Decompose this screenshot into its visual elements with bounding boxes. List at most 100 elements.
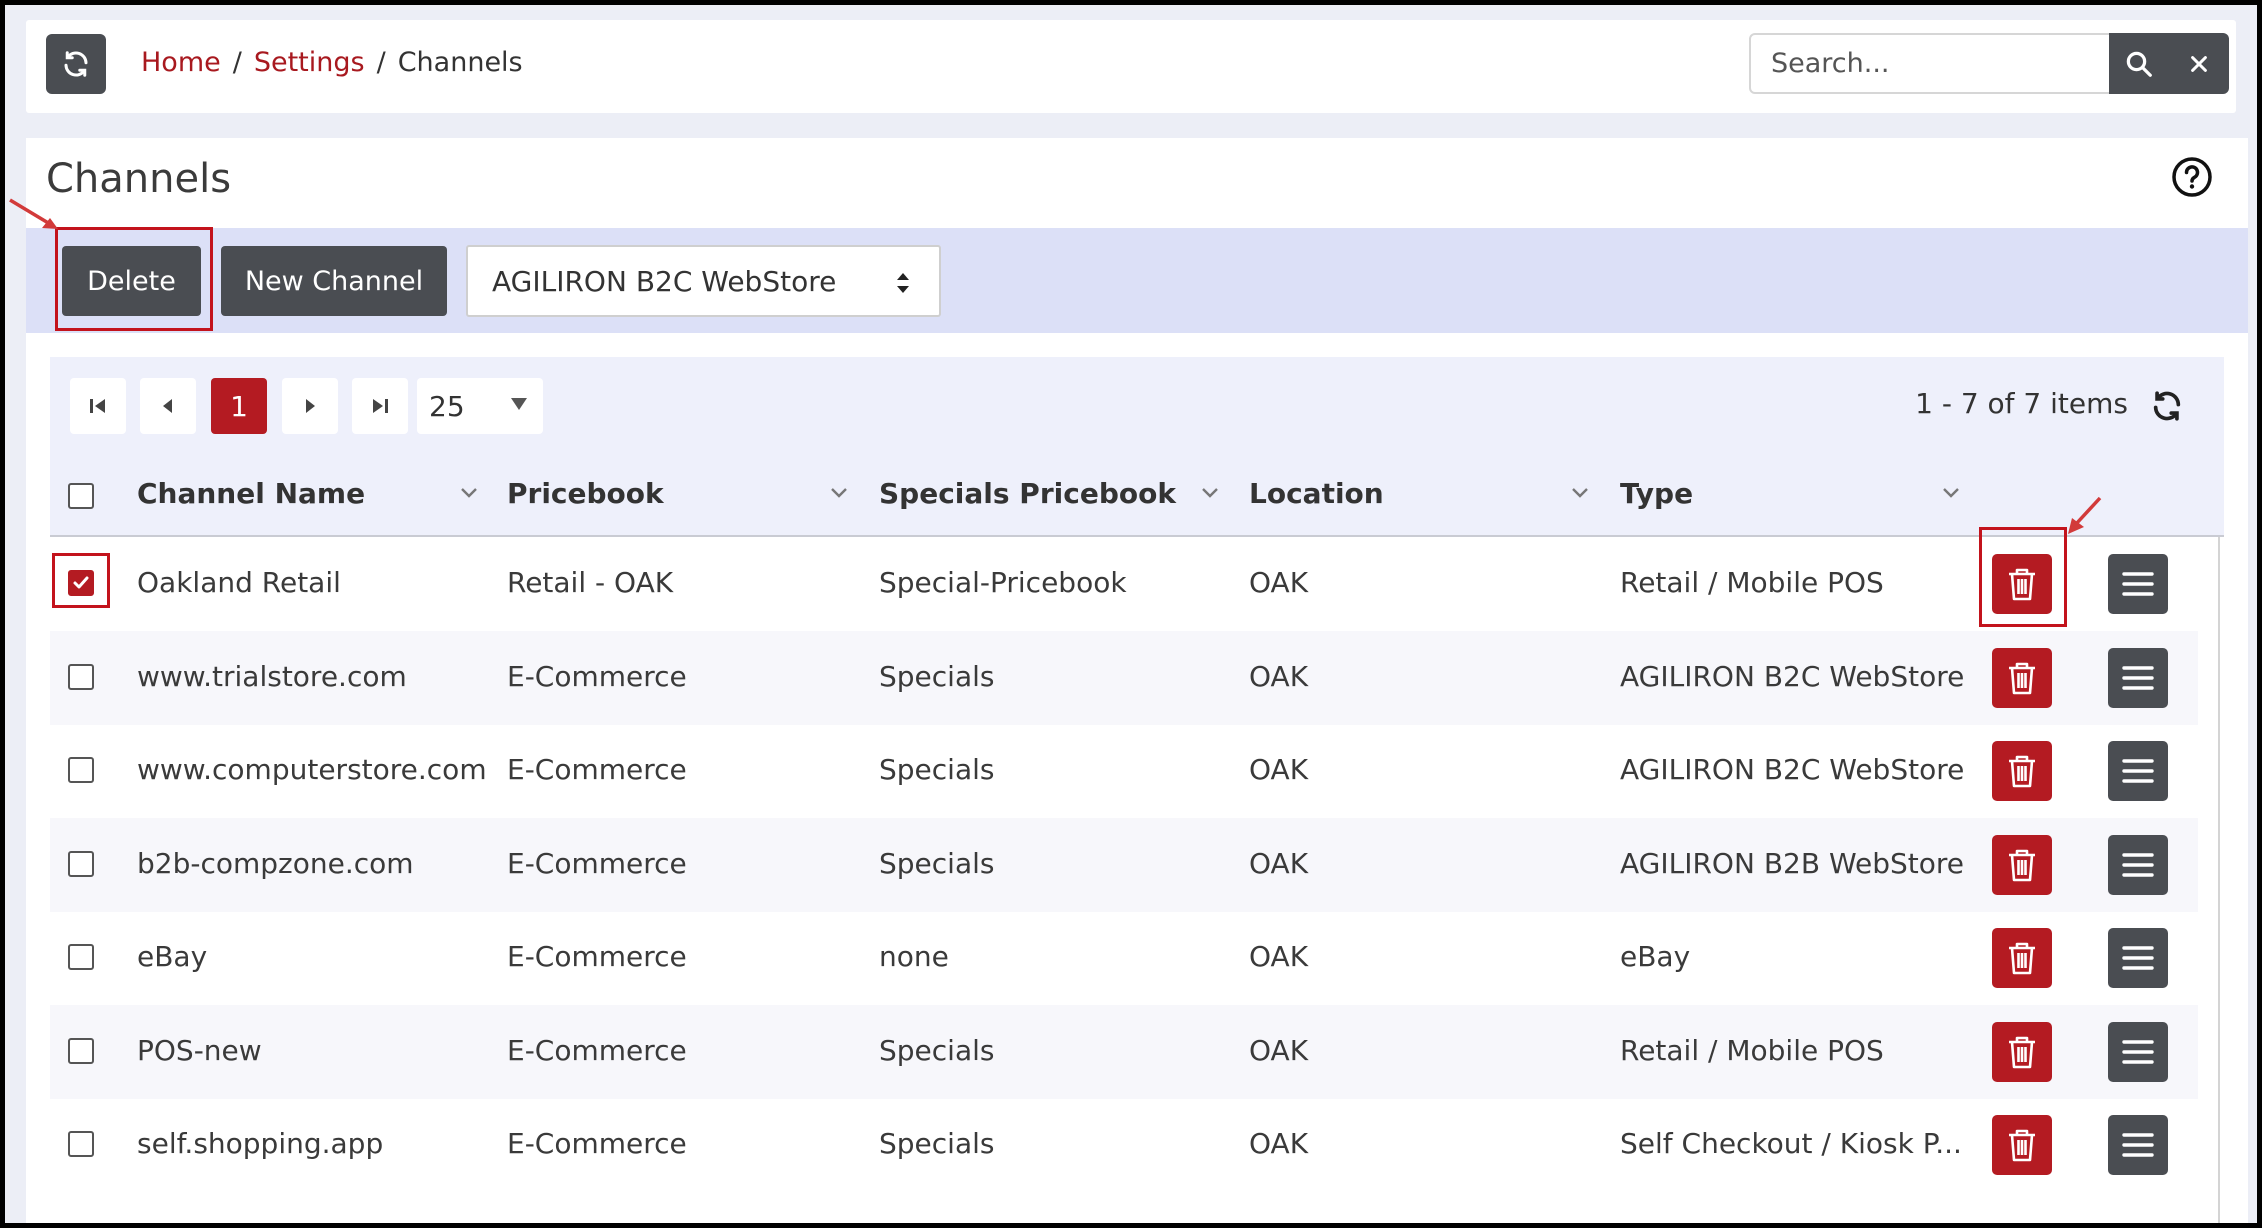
last-page-button[interactable] xyxy=(352,378,408,434)
breadcrumb: Home / Settings / Channels xyxy=(141,47,523,78)
cell-specials-pricebook: Specials xyxy=(879,846,995,880)
cell-type: Self Checkout / Kiosk P... xyxy=(1620,1127,1962,1160)
breadcrumb-separator: / xyxy=(376,47,386,78)
next-page-button[interactable] xyxy=(282,378,338,434)
row-delete-button[interactable] xyxy=(1992,554,2052,614)
refresh-icon[interactable] xyxy=(2150,389,2184,423)
search-input[interactable] xyxy=(1749,33,2111,94)
cell-channel-name: www.trialstore.com xyxy=(137,659,407,693)
chevron-down-icon[interactable] xyxy=(1942,487,1960,499)
row-menu-button[interactable] xyxy=(2108,647,2168,708)
row-menu-button[interactable] xyxy=(2108,1115,2168,1175)
row-delete-button[interactable] xyxy=(1992,928,2052,988)
caret-down-icon xyxy=(511,398,527,410)
select-arrows-icon xyxy=(897,273,909,293)
column-header-channel-name[interactable]: Channel Name xyxy=(137,477,365,510)
cell-location: OAK xyxy=(1249,753,1309,786)
table-row[interactable]: self.shopping.app E-Commerce Specials OAK Se… xyxy=(50,1098,2198,1192)
cell-location: OAK xyxy=(1249,659,1309,693)
row-delete-button[interactable] xyxy=(1992,741,2052,801)
cell-channel-name: b2b-compzone.com xyxy=(137,846,414,880)
cell-channel-name: self.shopping.app xyxy=(137,1127,384,1160)
grid-header: Channel Name Pricebook Specials Priceboo… xyxy=(50,455,2224,537)
chevron-down-icon[interactable] xyxy=(1201,487,1219,499)
reload-button[interactable] xyxy=(46,34,106,94)
row-checkbox[interactable] xyxy=(68,944,94,970)
column-header-pricebook[interactable]: Pricebook xyxy=(507,477,664,510)
trash-icon xyxy=(2009,755,2035,788)
cell-channel-name: Oakland Retail xyxy=(137,566,341,599)
question-circle-icon xyxy=(2172,157,2212,197)
hamburger-menu-icon xyxy=(2122,946,2154,970)
clear-search-button[interactable] xyxy=(2169,33,2229,94)
chevron-down-icon[interactable] xyxy=(1571,487,1589,499)
hamburger-menu-icon xyxy=(2122,1039,2154,1064)
table-row[interactable]: Oakland Retail Retail - OAK Special-Priceb… xyxy=(50,537,2198,631)
current-page-button[interactable]: 1 xyxy=(211,378,267,434)
previous-page-button[interactable] xyxy=(140,378,196,434)
top-bar: Home / Settings / Channels xyxy=(26,20,2236,113)
cell-channel-name: www.computerstore.com xyxy=(137,753,487,786)
row-checkbox[interactable] xyxy=(68,1037,94,1064)
column-header-location[interactable]: Location xyxy=(1249,477,1384,510)
table-row[interactable]: www.computerstore.com E-Commerce Specials O… xyxy=(50,724,2198,818)
row-delete-button[interactable] xyxy=(1992,1115,2052,1175)
table-row[interactable]: eBay E-Commerce none OAK eBay xyxy=(50,911,2198,1005)
row-menu-button[interactable] xyxy=(2108,1021,2168,1082)
row-delete-button[interactable] xyxy=(1992,1021,2052,1082)
row-checkbox[interactable] xyxy=(68,570,94,596)
row-checkbox[interactable] xyxy=(68,850,94,877)
breadcrumb-home-link[interactable]: Home xyxy=(141,47,221,78)
page-size-select[interactable]: 25 xyxy=(417,378,543,434)
row-checkbox[interactable] xyxy=(68,1131,94,1157)
table-row[interactable]: www.trialstore.com E-Commerce Specials OAK A… xyxy=(50,630,2198,725)
delete-button[interactable]: Delete xyxy=(62,246,201,316)
hamburger-menu-icon xyxy=(2122,572,2154,596)
table-row[interactable]: POS-new E-Commerce Specials OAK Retail / Mob… xyxy=(50,1004,2198,1099)
table-row[interactable]: b2b-compzone.com E-Commerce Specials OAK AGI… xyxy=(50,817,2198,912)
cell-channel-name: POS-new xyxy=(137,1033,262,1067)
row-delete-button[interactable] xyxy=(1992,647,2052,708)
first-page-button[interactable] xyxy=(70,378,126,434)
close-icon xyxy=(2191,55,2207,72)
search-button[interactable] xyxy=(2109,33,2169,94)
help-button[interactable] xyxy=(2171,156,2213,198)
select-all-checkbox[interactable] xyxy=(68,483,94,509)
cell-location: OAK xyxy=(1249,846,1309,880)
vertical-scrollbar[interactable] xyxy=(2218,537,2220,1228)
new-channel-button[interactable]: New Channel xyxy=(221,246,447,316)
cell-pricebook: E-Commerce xyxy=(507,659,687,693)
page-title: Channels xyxy=(46,156,232,202)
row-menu-button[interactable] xyxy=(2108,928,2168,988)
check-icon xyxy=(73,576,89,589)
cell-pricebook: E-Commerce xyxy=(507,1127,687,1160)
chevron-down-icon[interactable] xyxy=(460,487,478,499)
row-checkbox[interactable] xyxy=(68,757,94,783)
hamburger-menu-icon xyxy=(2122,1133,2154,1157)
row-menu-button[interactable] xyxy=(2108,554,2168,614)
pager: 1 25 1 - 7 of 7 items xyxy=(50,357,2224,455)
cell-type: eBay xyxy=(1620,940,1691,973)
row-delete-button[interactable] xyxy=(1992,834,2052,895)
row-menu-button[interactable] xyxy=(2108,741,2168,801)
hamburger-menu-icon xyxy=(2122,759,2154,783)
column-header-specials-pricebook[interactable]: Specials Pricebook xyxy=(879,477,1176,510)
chevron-down-icon[interactable] xyxy=(830,487,848,499)
breadcrumb-current: Channels xyxy=(397,47,523,78)
breadcrumb-settings-link[interactable]: Settings xyxy=(254,47,365,78)
trash-icon xyxy=(2009,1036,2035,1068)
cell-specials-pricebook: Specials xyxy=(879,1127,995,1160)
trash-icon xyxy=(2009,849,2035,881)
cell-type: Retail / Mobile POS xyxy=(1620,566,1884,599)
cell-specials-pricebook: none xyxy=(879,940,949,973)
row-checkbox[interactable] xyxy=(68,663,94,690)
channels-panel: Channels Delete New Channel AGILIRON B2C… xyxy=(26,138,2248,1228)
cell-location: OAK xyxy=(1249,1127,1309,1160)
next-page-icon xyxy=(306,399,315,413)
cell-pricebook: E-Commerce xyxy=(507,753,687,786)
items-count: 1 - 7 of 7 items xyxy=(1915,387,2128,420)
cell-specials-pricebook: Specials xyxy=(879,753,995,786)
row-menu-button[interactable] xyxy=(2108,834,2168,895)
channel-type-select[interactable]: AGILIRON B2C WebStore xyxy=(466,245,941,317)
column-header-type[interactable]: Type xyxy=(1620,477,1693,510)
